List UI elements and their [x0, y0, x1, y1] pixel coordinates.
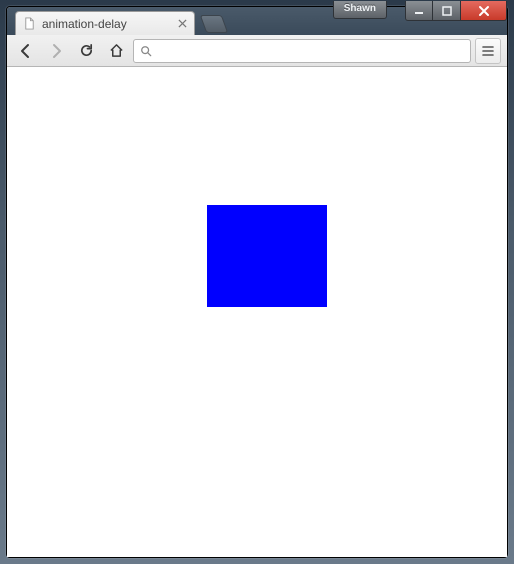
maximize-icon — [442, 6, 452, 16]
home-icon — [109, 43, 124, 58]
address-input[interactable] — [158, 43, 464, 58]
home-button[interactable] — [103, 38, 129, 64]
new-tab-button[interactable] — [200, 15, 229, 33]
animated-square — [207, 205, 327, 307]
forward-button[interactable] — [43, 38, 69, 64]
window-controls — [405, 1, 507, 21]
page-viewport — [7, 67, 507, 557]
x-icon — [178, 19, 187, 28]
window-maximize-button[interactable] — [433, 1, 461, 21]
close-icon — [478, 5, 490, 17]
window-close-button[interactable] — [461, 1, 507, 21]
search-icon — [140, 45, 152, 57]
window-minimize-button[interactable] — [405, 1, 433, 21]
back-button[interactable] — [13, 38, 39, 64]
address-bar[interactable] — [133, 39, 471, 63]
arrow-right-icon — [48, 43, 64, 59]
menu-button[interactable] — [475, 38, 501, 64]
tab-title: animation-delay — [42, 17, 170, 31]
browser-tab[interactable]: animation-delay — [15, 11, 195, 35]
tab-close-button[interactable] — [176, 18, 188, 30]
page-icon — [22, 17, 36, 31]
browser-window: Shawn animation-delay — [6, 6, 508, 558]
reload-icon — [79, 43, 94, 58]
toolbar — [7, 35, 507, 67]
minimize-icon — [414, 6, 424, 16]
hamburger-icon — [481, 44, 495, 58]
os-user-chip: Shawn — [333, 1, 387, 19]
os-username: Shawn — [344, 3, 376, 14]
reload-button[interactable] — [73, 38, 99, 64]
arrow-left-icon — [18, 43, 34, 59]
